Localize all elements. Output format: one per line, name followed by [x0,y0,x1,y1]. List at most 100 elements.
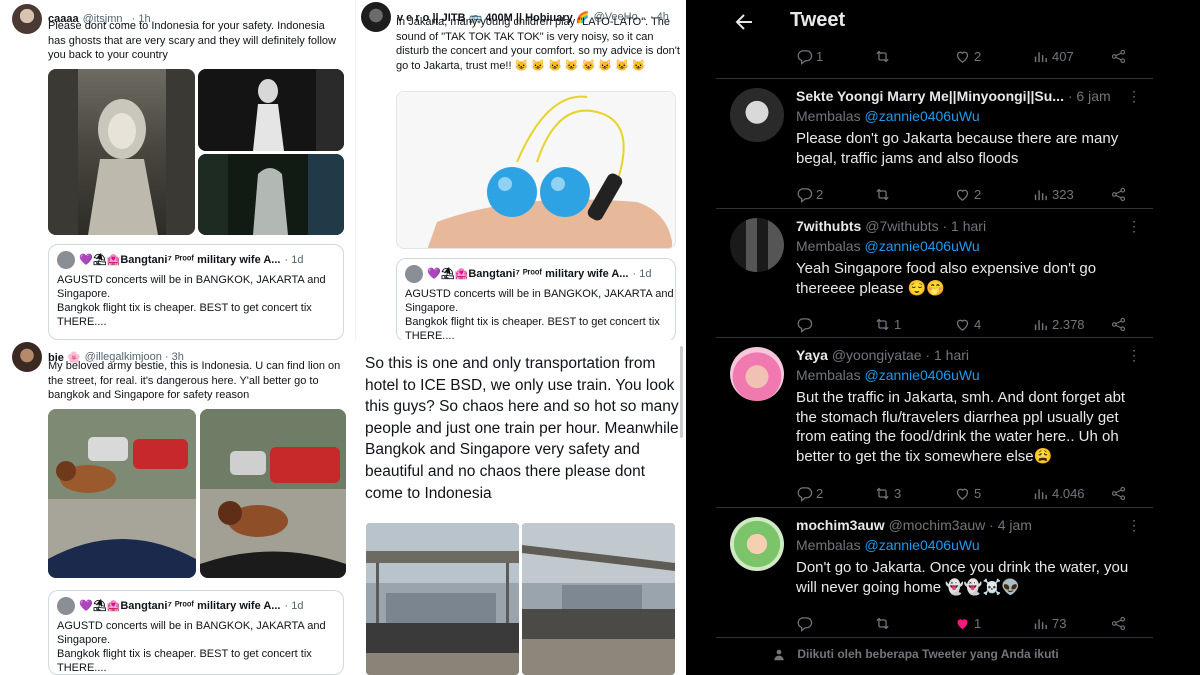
lion-photo-1[interactable] [48,409,196,578]
views-button[interactable]: 2.378 [1032,316,1085,333]
share-icon [1111,616,1126,631]
author-handle-time: @7withubts · 1 hari [861,218,987,234]
reply-text: Don't go to Jakarta. Once you drink the … [796,559,1129,596]
replying-to-handle[interactable]: @zannie0406uWu [864,537,979,553]
more-icon[interactable]: ⋮ [1127,347,1141,364]
reply-icon [797,318,813,333]
quoted-avatar [57,251,75,269]
reply-tweet[interactable]: Yaya @yoongiyatae · 1 hari ⋮ Membalas @zan… [730,347,1150,481]
retweet-icon [876,318,889,331]
quoted-tweet[interactable]: 💜⛱🏩Bangtani⁷ ᴾʳᵒᵒᶠ military wife A... · … [48,244,344,340]
retweet-button[interactable] [874,615,894,632]
views-icon [1034,619,1047,630]
train-photo-2[interactable] [522,523,675,675]
tweet-panel-ghosts: caaaa @itsjmn_ · 1h Please dont come to … [0,0,355,340]
retweet-button[interactable] [874,48,894,65]
share-button[interactable] [1110,615,1127,632]
reply-icon [797,487,813,502]
quoted-time: · 1d [284,600,304,612]
reply-button[interactable]: 2 [796,485,823,502]
share-button[interactable] [1110,48,1127,65]
avatar[interactable] [361,2,391,32]
reply-tweet[interactable]: 7withubts @7withubts · 1 hari ⋮ Membalas @… [730,218,1150,312]
quoted-text-line: Bangkok flight tix is cheaper. BEST to g… [57,648,312,660]
reply-icon [797,188,813,203]
replying-to-handle[interactable]: @zannie0406uWu [864,238,979,254]
lion-street-image [48,409,196,578]
reply-tweet[interactable]: Sekte Yoongi Marry Me||Minyoongi||Su... … [730,88,1150,182]
reply-button[interactable]: 1 [796,48,823,65]
replying-to: Membalas @zannie0406uWu [796,108,980,124]
author-name[interactable]: Yaya [796,347,828,363]
tweet-thread-panel: Tweet 1 2 407 Sekte Yoongi Marry Me||Minyo… [686,0,1200,675]
quoted-avatar [57,597,75,615]
avatar[interactable] [730,88,784,142]
followed-by-note[interactable]: Diikuti oleh beberapa Tweeter yang Anda … [772,647,1059,662]
author-name[interactable]: mochim3auw [796,517,885,533]
back-arrow-icon[interactable] [732,10,756,34]
scrollbar[interactable] [680,346,683,438]
like-button[interactable]: 1 [954,615,981,632]
like-button[interactable]: 5 [954,485,981,502]
retweet-icon [876,188,889,201]
tweet-actions: 1 4 2.378 [796,316,1136,338]
share-button[interactable] [1110,316,1127,333]
ghost-photo-1[interactable] [48,69,195,235]
lion-photo-2[interactable] [200,409,346,578]
like-button[interactable]: 2 [954,48,981,65]
avatar[interactable] [12,342,42,372]
reply-button[interactable]: 2 [796,186,823,203]
tweet-text: Please dont come to Indonesia for your s… [48,20,336,61]
ghost-window-image [198,154,344,235]
retweet-icon [876,50,889,63]
retweet-button[interactable] [874,186,894,203]
retweet-icon [876,487,889,500]
views-button[interactable]: 73 [1032,615,1066,632]
replying-to-handle[interactable]: @zannie0406uWu [864,108,979,124]
train-photo-1[interactable] [366,523,519,675]
retweet-button[interactable]: 1 [874,316,901,333]
quoted-time: · 1d [632,268,652,280]
reply-header: mochim3auw @mochim3auw · 4 jam [796,517,1032,533]
quoted-tweet[interactable]: 💜⛱🏩Bangtani⁷ ᴾʳᵒᵒᶠ military wife A... · … [396,258,676,340]
views-button[interactable]: 323 [1032,186,1074,203]
author-handle-time: · 6 jam [1063,88,1111,104]
ghost-photo-2[interactable] [198,69,344,151]
tweet-text: In Jakarta, many young children play "LA… [396,16,680,72]
like-icon [956,319,969,331]
author-name[interactable]: Sekte Yoongi Marry Me||Minyoongi||Su... [796,88,1064,104]
avatar[interactable] [730,218,784,272]
avatar[interactable] [730,347,784,401]
quoted-tweet[interactable]: 💜⛱🏩Bangtani⁷ ᴾʳᵒᵒᶠ military wife A... · … [48,590,344,675]
author-name[interactable]: 7withubts [796,218,861,234]
more-icon[interactable]: ⋮ [1127,88,1141,105]
views-button[interactable]: 4.046 [1032,485,1085,502]
share-button[interactable] [1110,186,1127,203]
avatar[interactable] [730,517,784,571]
share-button[interactable] [1110,485,1127,502]
quoted-avatar [405,265,423,283]
quoted-text-line: Bangkok flight tix is cheaper. BEST to g… [57,302,312,314]
retweet-button[interactable]: 3 [874,485,901,502]
retweet-icon [876,617,889,630]
quoted-author-name: 💜⛱🏩Bangtani⁷ ᴾʳᵒᵒᶠ military wife A... [427,268,629,280]
ghost-photo-3[interactable] [198,154,344,235]
lato-lato-photo[interactable] [396,91,676,249]
tweet-actions: 2 2 323 [796,186,1136,208]
like-button[interactable]: 2 [954,186,981,203]
replying-to: Membalas @zannie0406uWu [796,238,980,254]
divider [716,78,1153,79]
avatar[interactable] [12,4,42,34]
share-icon [1111,486,1126,501]
more-icon[interactable]: ⋮ [1127,218,1141,235]
crowded-platform-image [522,523,675,675]
views-count: 2.378 [1052,317,1085,332]
more-icon[interactable]: ⋮ [1127,517,1141,534]
reply-tweet[interactable]: mochim3auw @mochim3auw · 4 jam ⋮ Membalas … [730,517,1150,611]
replying-to-handle[interactable]: @zannie0406uWu [864,367,979,383]
like-button[interactable]: 4 [954,316,981,333]
reply-button[interactable] [796,316,816,333]
views-button[interactable]: 407 [1032,48,1074,65]
replying-to-label: Membalas [796,537,861,553]
reply-button[interactable] [796,615,816,632]
